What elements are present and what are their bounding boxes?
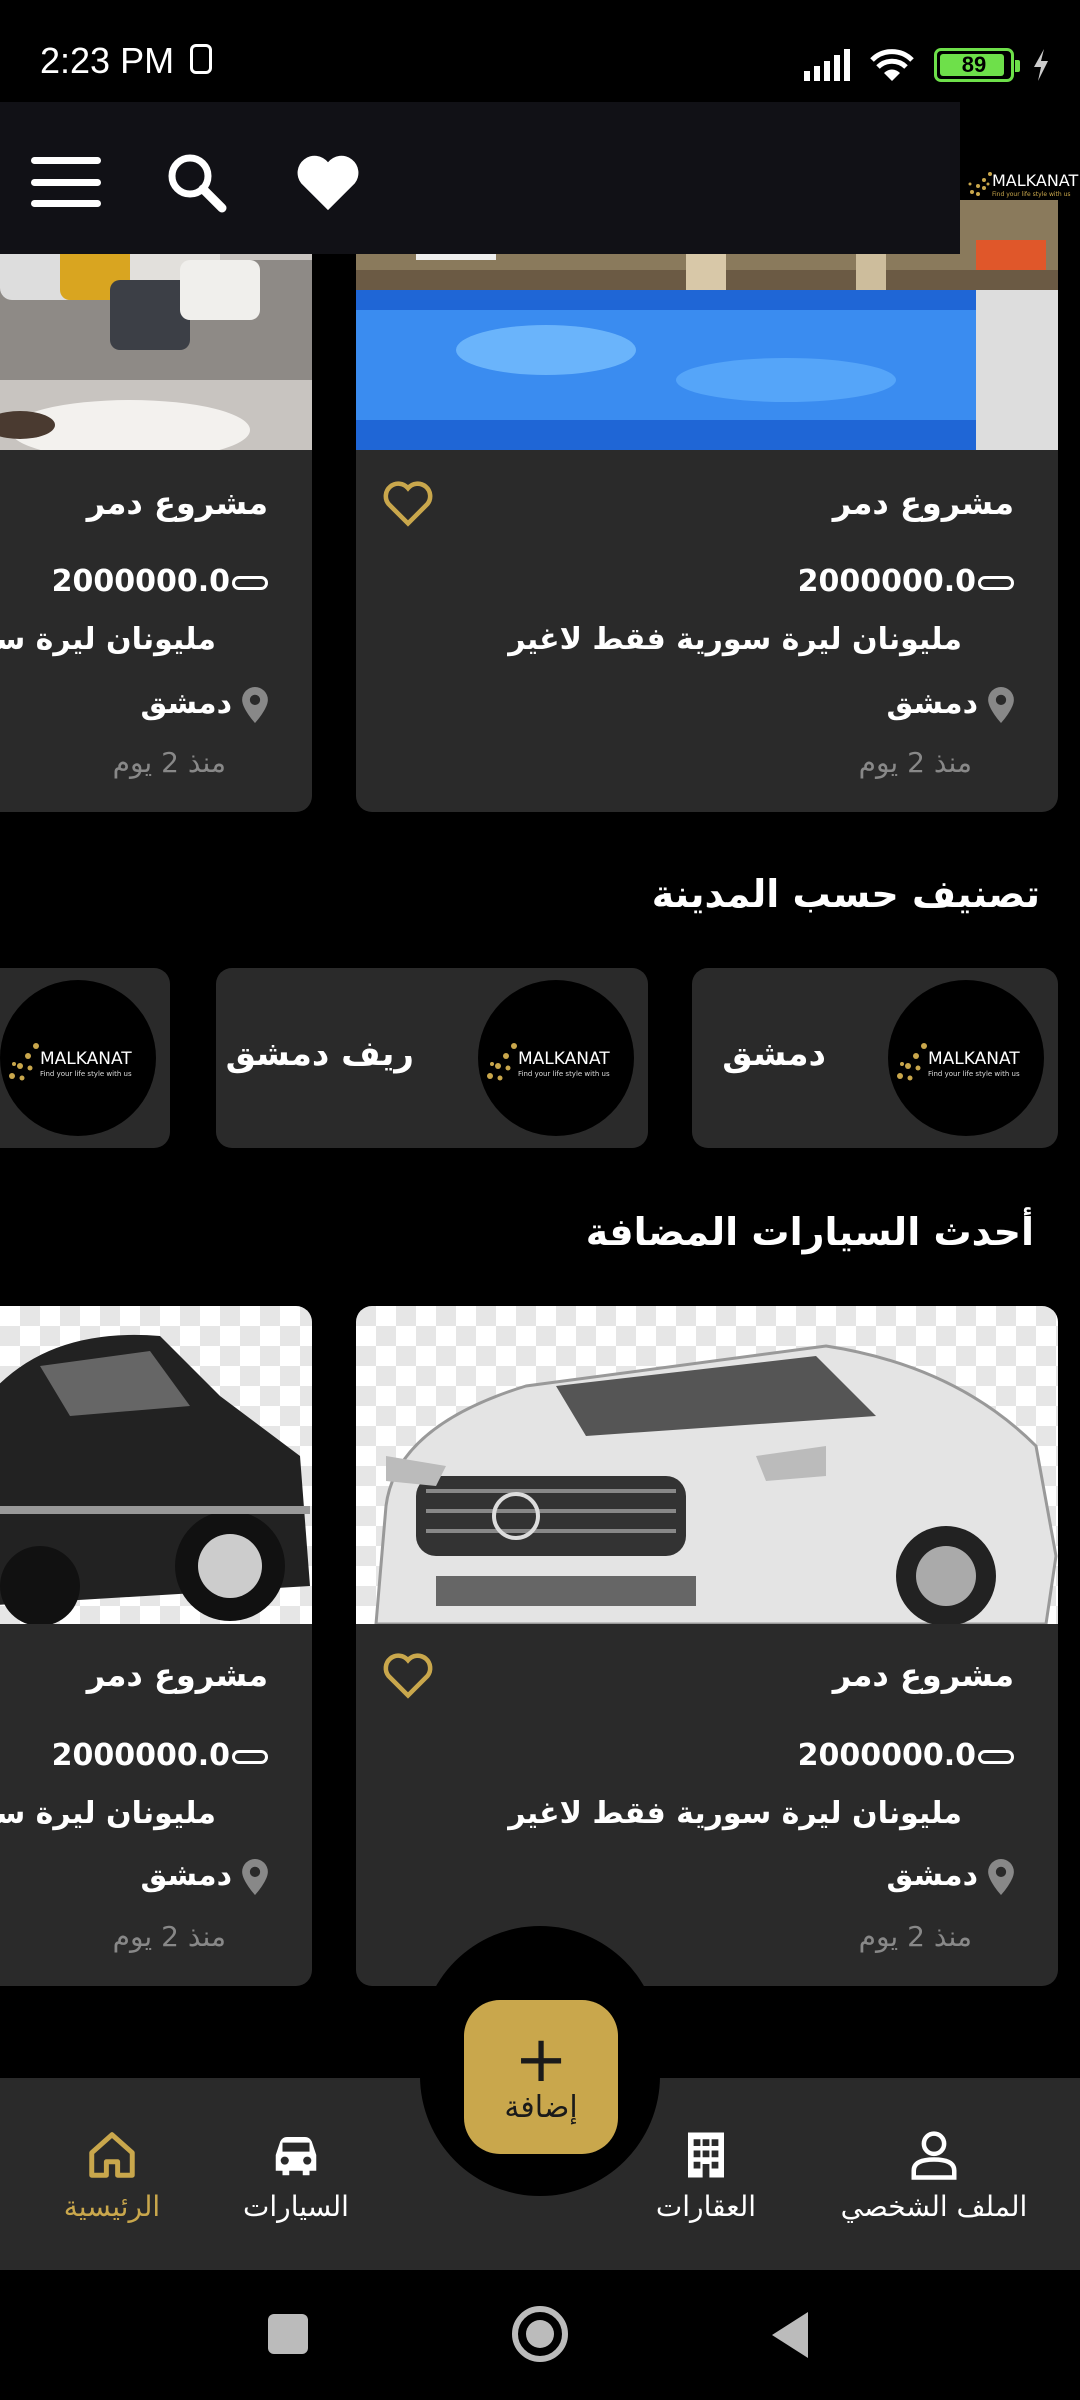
currency-icon (232, 1749, 268, 1764)
car-title: مشروع دمر (832, 1656, 1014, 1694)
add-label: إضافة (504, 2089, 578, 2125)
city-name: ريف دمشق (225, 1034, 414, 1074)
favorite-heart-icon[interactable] (380, 478, 436, 528)
building-icon (688, 2132, 724, 2178)
battery-icon: 89 (934, 48, 1020, 82)
listing-description: مليونان ليرة سورية فقط لاغير (0, 622, 216, 657)
menu-button[interactable] (26, 142, 106, 222)
listing-posted-time: منذ 2 يوم (858, 746, 972, 779)
listing-card-1[interactable]: مشروع دمر 2000000.0 مليونان ليرة سورية ف… (356, 200, 1058, 812)
city-logo: MALKANAT Find your life style with us (888, 980, 1044, 1136)
car-location: دمشق (140, 1858, 268, 1895)
car-photo (0, 1306, 312, 1624)
favorites-button[interactable] (288, 142, 368, 222)
car-icon (275, 2137, 317, 2176)
sim-icon (190, 44, 212, 74)
status-time: 2:23 PM (40, 40, 175, 81)
recents-button[interactable] (268, 2314, 308, 2354)
car-description: مليونان ليرة سورية فقط لاغير (0, 1796, 216, 1831)
svg-text:MALKANAT: MALKANAT (518, 1049, 610, 1069)
car-title: مشروع دمر (86, 1656, 268, 1694)
car-location: دمشق (886, 1858, 1014, 1895)
cars-section-title: أحدث السيارات المضافة (585, 1210, 1034, 1254)
nav-home[interactable]: الرئيسية (52, 2128, 172, 2223)
listing-card-2[interactable]: مشروع دمر 2000000.0 مليونان ليرة سورية ف… (0, 200, 312, 812)
favorite-heart-icon[interactable] (380, 1650, 436, 1700)
svg-text:MALKANAT: MALKANAT (40, 1049, 132, 1069)
svg-text:Find your life style with us: Find your life style with us (518, 1070, 610, 1078)
currency-icon (232, 575, 268, 590)
listing-price: 2000000.0 (52, 564, 268, 599)
location-pin-icon (988, 1858, 1014, 1895)
system-nav-bar (0, 2270, 1080, 2400)
nav-label: الرئيسية (63, 2190, 161, 2223)
plus-icon: + (514, 2022, 568, 2097)
hamburger-icon (31, 157, 101, 207)
nav-cars[interactable]: السيارات (236, 2128, 356, 2223)
city-chip-rif-damascus[interactable]: MALKANAT Find your life style with us ري… (216, 968, 648, 1148)
currency-icon (978, 575, 1014, 590)
nav-label: العقارات (655, 2190, 757, 2223)
listing-location: دمشق (886, 686, 1014, 723)
svg-text:Find your life style with us: Find your life style with us (40, 1070, 132, 1078)
nav-label: الملف الشخصي (840, 2190, 1028, 2223)
listing-description: مليونان ليرة سورية فقط لاغير (508, 622, 962, 657)
back-button[interactable] (768, 2310, 812, 2360)
home-system-button[interactable] (512, 2306, 568, 2362)
nav-profile[interactable]: الملف الشخصي (824, 2128, 1044, 2223)
car-card-1[interactable]: مشروع دمر 2000000.0 مليونان ليرة سورية ف… (356, 1306, 1058, 1986)
car-price: 2000000.0 (798, 1738, 1014, 1773)
listing-price: 2000000.0 (798, 564, 1014, 599)
nav-real-estate[interactable]: العقارات (646, 2128, 766, 2223)
search-button[interactable] (156, 142, 236, 222)
nav-label: السيارات (243, 2190, 349, 2223)
city-chip-3[interactable]: MALKANAT Find your life style with us (0, 968, 170, 1148)
home-icon (89, 2132, 135, 2178)
app-header (0, 102, 960, 254)
status-bar: 2:23 PM 89 (0, 0, 1080, 100)
person-icon (911, 2131, 957, 2180)
wifi-icon (870, 49, 914, 81)
battery-level: 89 (961, 52, 987, 77)
location-pin-icon (242, 1858, 268, 1895)
city-chip-damascus[interactable]: MALKANAT Find your life style with us دم… (692, 968, 1058, 1148)
listing-posted-time: منذ 2 يوم (112, 746, 226, 779)
svg-text:Find your life style with us: Find your life style with us (928, 1070, 1020, 1078)
listing-title: مشروع دمر (86, 484, 268, 522)
signal-icon (804, 49, 850, 81)
city-logo: MALKANAT Find your life style with us (0, 980, 156, 1136)
car-card-2[interactable]: مشروع دمر 2000000.0 مليونان ليرة سورية ف… (0, 1306, 312, 1986)
car-price: 2000000.0 (52, 1738, 268, 1773)
app-logo: MALKANAT Find your life style with us (958, 140, 1080, 220)
listing-title: مشروع دمر (832, 484, 1014, 522)
add-button[interactable]: + إضافة (464, 2000, 618, 2154)
car-description: مليونان ليرة سورية فقط لاغير (508, 1796, 962, 1831)
logo-text: MALKANAT (992, 171, 1078, 190)
car-posted-time: منذ 2 يوم (112, 1920, 226, 1953)
currency-icon (978, 1749, 1014, 1764)
car-photo (356, 1306, 1058, 1624)
heart-icon (297, 155, 359, 211)
logo-tagline: Find your life style with us (992, 191, 1071, 198)
city-logo: MALKANAT Find your life style with us (478, 980, 634, 1136)
city-name: دمشق (722, 1034, 826, 1074)
location-pin-icon (242, 686, 268, 723)
listing-location: دمشق (140, 686, 268, 723)
svg-text:MALKANAT: MALKANAT (928, 1049, 1020, 1069)
search-icon (168, 154, 227, 213)
city-section-title: تصنيف حسب المدينة (651, 872, 1040, 916)
location-pin-icon (988, 686, 1014, 723)
car-posted-time: منذ 2 يوم (858, 1920, 972, 1953)
charging-icon (1034, 49, 1048, 81)
